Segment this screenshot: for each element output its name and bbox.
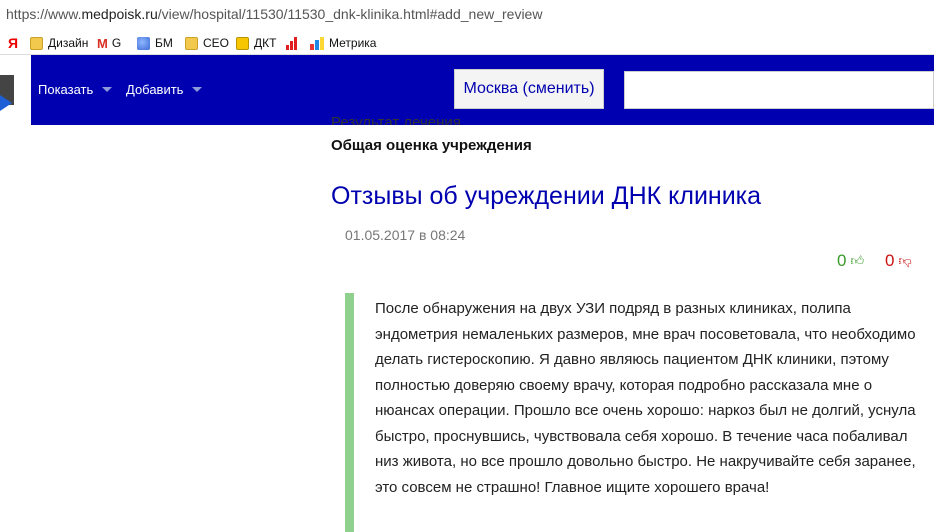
overall-rating-heading: Общая оценка учреждения bbox=[331, 137, 532, 154]
logo-arrow bbox=[0, 95, 12, 111]
vote-down-count: 0 bbox=[885, 251, 895, 270]
search-input[interactable] bbox=[624, 71, 934, 109]
dkt-icon bbox=[236, 36, 249, 50]
url-path: /view/hospital/11530/11530_dnk-klinika.h… bbox=[157, 6, 543, 22]
folder-icon bbox=[30, 36, 43, 50]
site-header: Показать Добавить Москва (сменить) bbox=[0, 55, 934, 125]
bookmark-label: Метрика bbox=[329, 36, 377, 50]
vote-down-button[interactable]: 0 👎︎ bbox=[885, 251, 912, 271]
globe-icon bbox=[137, 36, 150, 50]
page-title: Отзывы об учреждении ДНК клиника bbox=[331, 182, 762, 210]
bookmark-design[interactable]: Дизайн bbox=[30, 34, 88, 52]
bar-chart-icon bbox=[286, 36, 300, 50]
bookmark-yandex[interactable]: Я bbox=[8, 34, 22, 52]
bookmarks-bar: Я Дизайн M G БМ СЕО ДКТ Метрика bbox=[0, 30, 934, 55]
bookmark-stats[interactable] bbox=[286, 34, 305, 52]
yandex-icon: Я bbox=[8, 35, 19, 51]
bookmark-dkt[interactable]: ДКТ bbox=[236, 34, 276, 52]
metrika-icon bbox=[310, 36, 324, 50]
vote-up-count: 0 bbox=[837, 251, 847, 270]
bookmark-label: СЕО bbox=[203, 36, 230, 50]
partially-hidden-heading: Результат лечения bbox=[331, 114, 461, 125]
site-logo[interactable] bbox=[0, 55, 31, 125]
url-prefix: https://www. bbox=[6, 6, 82, 22]
bookmark-seo[interactable]: СЕО bbox=[185, 34, 229, 52]
thumbs-up-icon: 👍︎ bbox=[850, 253, 865, 268]
nav-add-menu[interactable]: Добавить bbox=[126, 82, 203, 97]
bookmark-bm[interactable]: БМ bbox=[137, 34, 173, 52]
review-text: После обнаружения на двух УЗИ подряд в р… bbox=[375, 300, 916, 496]
bookmark-gmail[interactable]: M G bbox=[97, 34, 121, 52]
bookmark-label: ДКТ bbox=[254, 36, 277, 50]
address-bar[interactable]: https://www.medpoisk.ru/view/hospital/11… bbox=[0, 0, 934, 30]
caret-down-icon bbox=[192, 87, 203, 92]
url-text[interactable]: https://www.medpoisk.ru/view/hospital/11… bbox=[6, 6, 542, 22]
bookmark-label: G bbox=[111, 36, 122, 50]
thumbs-down-icon: 👎︎ bbox=[898, 253, 912, 268]
city-change-button[interactable]: Москва (сменить) bbox=[454, 69, 604, 109]
gmail-icon: M bbox=[97, 35, 108, 51]
url-host: medpoisk.ru bbox=[81, 6, 158, 22]
vote-up-button[interactable]: 0 👍︎ bbox=[837, 251, 864, 271]
nav-show-label: Показать bbox=[38, 82, 94, 97]
caret-down-icon bbox=[102, 87, 113, 92]
review-date: 01.05.2017 в 08:24 bbox=[345, 227, 466, 243]
bookmark-label: Дизайн bbox=[48, 36, 89, 50]
nav-add-label: Добавить bbox=[126, 82, 184, 97]
bookmark-metrika[interactable]: Метрика bbox=[310, 34, 376, 52]
review-card: После обнаружения на двух УЗИ подряд в р… bbox=[345, 293, 934, 532]
nav-show-menu[interactable]: Показать bbox=[38, 82, 113, 97]
bookmark-label: БМ bbox=[155, 36, 173, 50]
folder-icon bbox=[185, 36, 198, 50]
